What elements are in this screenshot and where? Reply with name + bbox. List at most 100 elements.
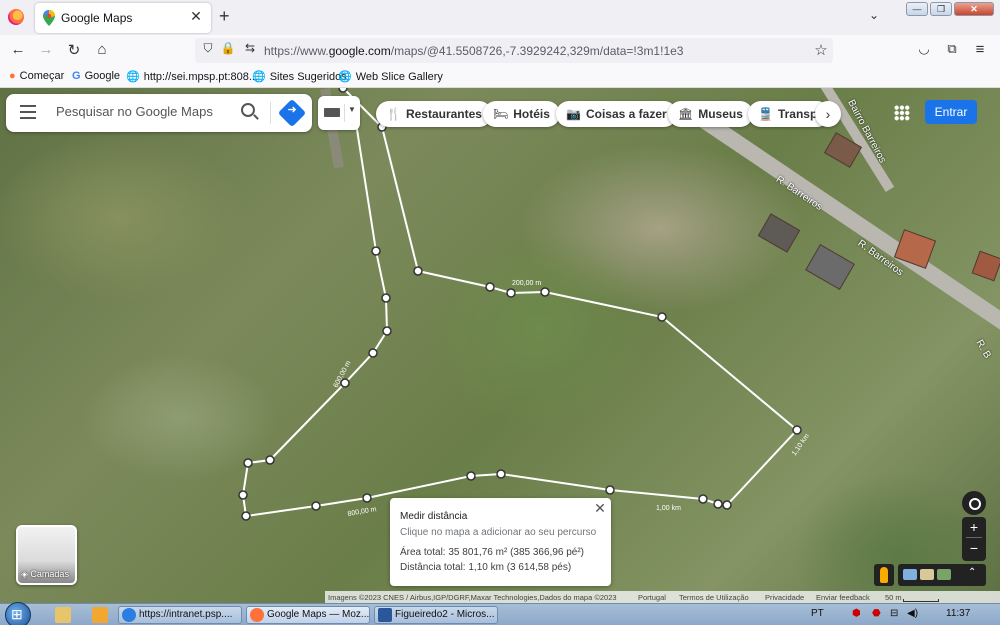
transit-icon: 🚆: [758, 107, 773, 121]
keyboard-icon: [324, 108, 340, 117]
pegman-icon[interactable]: [874, 564, 894, 586]
media-player-icon[interactable]: [92, 607, 108, 623]
my-location-icon[interactable]: [962, 491, 986, 515]
zoom-out-button[interactable]: −: [962, 538, 986, 558]
security-icon[interactable]: ⬢: [852, 608, 861, 619]
volume-icon[interactable]: ◀): [907, 608, 918, 619]
chevron-right-icon[interactable]: ›: [815, 101, 841, 127]
chip-restaurants[interactable]: 🍴 Restaurantes: [376, 101, 492, 127]
tab-bar: Google Maps ✕ + ⌄ — ❐ ✕: [0, 0, 1000, 35]
search-icon[interactable]: [241, 103, 255, 117]
measure-distance-card: Medir distância Clique no mapa a adicion…: [390, 498, 611, 586]
task-item[interactable]: https://intranet.psp....: [118, 606, 242, 624]
tab-google-maps[interactable]: Google Maps ✕: [35, 3, 211, 33]
task-item[interactable]: Figueiredo2 - Micros...: [374, 606, 498, 624]
measure-area: Área total: 35 801,76 m² (385 366,96 pé²…: [400, 547, 585, 558]
feedback-link[interactable]: Enviar feedback: [816, 593, 870, 602]
bookmark-item[interactable]: 🌐 Web Slice Gallery: [338, 70, 443, 83]
measure-distance: Distância total: 1,10 km (3 614,58 pés): [400, 562, 572, 573]
restaurant-icon: 🍴: [386, 107, 401, 121]
close-tab-icon[interactable]: ✕: [187, 8, 205, 25]
clock[interactable]: 11:37: [946, 608, 970, 619]
expand-up-icon[interactable]: ⌃: [968, 567, 976, 578]
privacy-link[interactable]: Privacidade: [765, 593, 804, 602]
start-button[interactable]: [5, 602, 31, 625]
maximize-button[interactable]: ❐: [930, 2, 952, 16]
language-indicator[interactable]: PT: [811, 608, 824, 619]
directions-icon[interactable]: [277, 98, 307, 128]
distance-label: 200,00 m: [512, 280, 541, 287]
country-link[interactable]: Portugal: [638, 593, 666, 602]
zoom-control: + −: [962, 517, 986, 561]
imagery-thumbnails[interactable]: ⌃: [898, 564, 986, 586]
layers-button[interactable]: ◈ Camadas: [16, 525, 77, 585]
input-tools-button[interactable]: ▼: [318, 96, 360, 130]
bookmark-item[interactable]: G Google: [72, 70, 120, 82]
word-icon: [378, 608, 392, 622]
search-box: [6, 94, 312, 132]
bookmark-item[interactable]: 🌐 http://sei.mpsp.pt:808...: [126, 70, 258, 83]
forward-icon[interactable]: →: [36, 41, 56, 58]
reload-icon[interactable]: ↻: [64, 41, 84, 59]
explorer-icon[interactable]: [55, 607, 71, 623]
chevron-down-icon: ▼: [348, 105, 356, 114]
alert-icon[interactable]: ⬣: [872, 608, 881, 619]
home-icon[interactable]: ⌂: [92, 41, 112, 58]
list-tabs-icon[interactable]: ⌄: [869, 8, 879, 22]
search-input[interactable]: [56, 104, 236, 119]
task-label: https://intranet.psp....: [139, 609, 233, 620]
chip-label: Restaurantes: [405, 107, 482, 121]
imagery-thumbnail[interactable]: [903, 569, 917, 580]
layers-icon: ◈: [21, 569, 31, 579]
url-prefix: https://www.: [264, 44, 329, 58]
back-icon[interactable]: ←: [8, 41, 28, 58]
imagery-thumbnail[interactable]: [937, 569, 951, 580]
chip-museums[interactable]: 🏛 Museus: [668, 101, 753, 127]
attribution-bar: Imagens ©2023 CNES / Airbus,IGP/DGRF,Max…: [325, 591, 1000, 603]
apps-grid-icon[interactable]: [894, 105, 910, 121]
sign-in-button[interactable]: Entrar: [925, 100, 977, 124]
divider: [344, 104, 345, 122]
chip-label: Coisas a fazer: [585, 107, 667, 121]
measure-hint: Clique no mapa a adicionar ao seu percur…: [400, 527, 597, 538]
zoom-in-button[interactable]: +: [962, 517, 986, 537]
scale-bar: [903, 599, 939, 602]
bookmark-label: http://sei.mpsp.pt:808...: [143, 71, 259, 83]
chip-label: Museus: [698, 107, 743, 121]
minimize-button[interactable]: —: [906, 2, 928, 16]
bookmark-label: Web Slice Gallery: [355, 71, 443, 83]
google-maps-pin-icon: [43, 10, 55, 26]
distance-label: 800,00 m: [347, 506, 377, 518]
url-text[interactable]: https://www.google.com/maps/@41.5508726,…: [264, 44, 683, 58]
scale-label[interactable]: 50 m: [885, 593, 902, 602]
new-tab-button[interactable]: +: [219, 6, 230, 27]
distance-label: 1,10 km: [791, 433, 811, 458]
task-item[interactable]: Google Maps — Moz...: [246, 606, 370, 624]
url-path: /maps/@41.5508726,-7.3929242,329m/data=!…: [390, 44, 684, 58]
permissions-icon[interactable]: ⇆: [240, 41, 260, 55]
extensions-icon[interactable]: ⧉: [942, 41, 962, 57]
lock-icon[interactable]: 🔒: [218, 41, 238, 55]
chip-things-to-do[interactable]: 📷 Coisas a fazer: [556, 101, 677, 127]
measure-title: Medir distância: [400, 511, 468, 522]
hotel-icon: 🛏: [493, 107, 509, 121]
chip-hotels[interactable]: 🛏 Hotéis: [483, 101, 560, 127]
shield-icon[interactable]: ⛉: [198, 41, 218, 56]
terms-link[interactable]: Termos de Utilização: [679, 593, 749, 602]
menu-icon[interactable]: ≡: [970, 41, 990, 58]
navigation-bar: ← → ↻ ⌂ ⛉ 🔒 ⇆ https://www.google.com/map…: [0, 35, 1000, 66]
bookmark-item[interactable]: 🌐 Sites Sugeridos: [252, 70, 347, 83]
pocket-icon[interactable]: ◡: [914, 41, 934, 57]
ie-icon: [122, 608, 136, 622]
network-icon[interactable]: ⊟: [890, 608, 898, 619]
bookmark-star-icon[interactable]: ☆: [811, 41, 831, 59]
museum-icon: 🏛: [678, 107, 694, 121]
imagery-thumbnail[interactable]: [920, 569, 934, 580]
firefox-icon[interactable]: [8, 9, 24, 25]
bookmark-label: Sites Sugeridos: [269, 71, 347, 83]
close-window-button[interactable]: ✕: [954, 2, 994, 16]
map-canvas[interactable]: R. Barreiros R. Barreiros Bairro Barreir…: [0, 88, 1000, 603]
menu-icon[interactable]: [20, 105, 36, 119]
bookmark-item[interactable]: ● Começar: [9, 70, 64, 82]
close-icon[interactable]: ✕: [593, 500, 607, 517]
